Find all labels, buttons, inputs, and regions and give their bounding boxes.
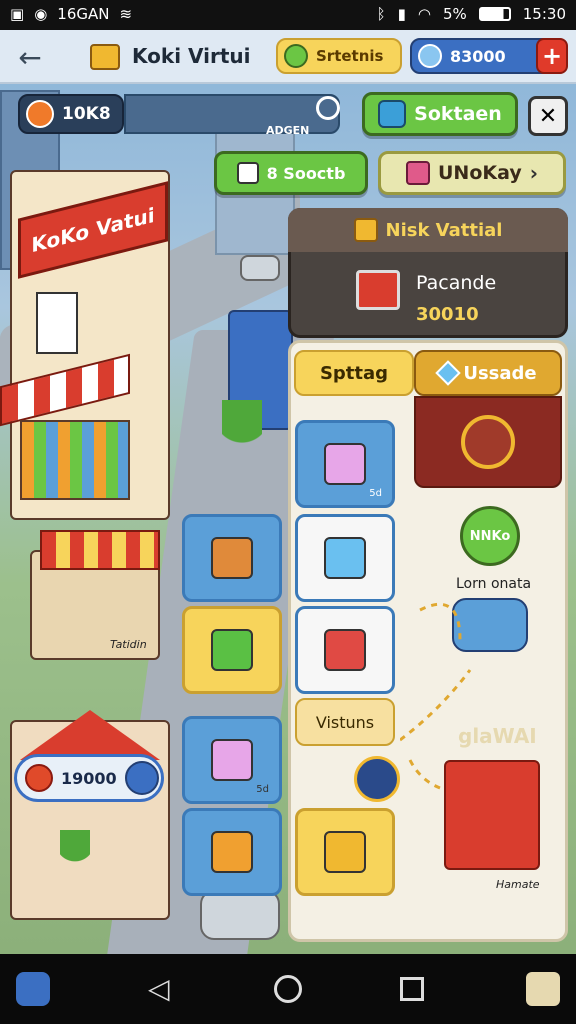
clock: 15:30 bbox=[522, 5, 566, 23]
energy-chip-label: Srtetnis bbox=[316, 47, 384, 65]
wifi-small-icon: ≋ bbox=[119, 5, 133, 23]
sooctb-button[interactable]: 8 Sooctb bbox=[214, 151, 368, 195]
bag-icon bbox=[236, 162, 259, 184]
car-bottom-icon bbox=[200, 890, 280, 940]
tile-tag: 5d bbox=[369, 488, 382, 499]
hud-tag: ADGEN bbox=[266, 124, 310, 137]
score-plate[interactable]: 10K8 bbox=[18, 94, 124, 134]
unokay-button[interactable]: UNoKay › bbox=[378, 151, 566, 195]
crate-icon bbox=[353, 218, 378, 242]
nnko-button[interactable]: NNKo bbox=[460, 506, 520, 566]
unokay-label: UNoKay bbox=[438, 162, 522, 184]
recents-nav-icon[interactable] bbox=[400, 977, 424, 1001]
nnko-label: NNKo bbox=[469, 528, 511, 544]
shield-icon bbox=[124, 761, 159, 795]
battery-icon bbox=[478, 7, 511, 21]
diamond-icon bbox=[435, 360, 462, 386]
item-price: 30010 bbox=[416, 304, 479, 325]
pink-crate-icon bbox=[211, 739, 253, 781]
featured-card[interactable] bbox=[414, 396, 562, 488]
item-tile[interactable]: 5d bbox=[295, 420, 395, 508]
notification-icon: ▣ bbox=[10, 5, 25, 23]
map-tile[interactable] bbox=[182, 808, 282, 896]
soktaen-label: Soktaen bbox=[414, 103, 502, 125]
visit-button[interactable]: Vistuns bbox=[295, 698, 395, 746]
gem-icon bbox=[418, 44, 442, 68]
top-bar: ← Koki Virtui Srtetnis 83000 + bbox=[0, 30, 576, 84]
shop-app-icon[interactable] bbox=[526, 972, 560, 1006]
money-bag-icon bbox=[25, 764, 53, 792]
destination-tag: Hamate bbox=[496, 878, 540, 891]
sooctb-label: 8 Sooctb bbox=[266, 163, 346, 183]
carrier-label: 16GAN bbox=[57, 5, 110, 23]
coin-value: 83000 bbox=[450, 46, 506, 66]
item-tile[interactable] bbox=[295, 514, 395, 602]
chevron-right-icon: › bbox=[529, 161, 538, 185]
price-value: 19000 bbox=[61, 768, 117, 788]
assistant-icon[interactable] bbox=[16, 972, 50, 1006]
score-value: 10K8 bbox=[62, 104, 111, 124]
kiosk-awning bbox=[40, 530, 160, 570]
bluetooth-icon: ᛒ bbox=[376, 5, 386, 23]
shelf-items bbox=[20, 420, 130, 500]
tile-tag: 5d bbox=[256, 784, 269, 795]
soktaen-button[interactable]: Soktaen bbox=[362, 92, 518, 136]
pink-box-icon bbox=[324, 443, 366, 485]
tab-spttag-label: Spttag bbox=[319, 362, 389, 384]
item-tile[interactable] bbox=[295, 808, 395, 896]
compass-button[interactable] bbox=[354, 756, 400, 802]
item-tile[interactable] bbox=[295, 606, 395, 694]
panel-title: Nisk Vattial bbox=[385, 219, 503, 241]
plus-icon: + bbox=[541, 42, 563, 70]
plant-icon bbox=[60, 830, 90, 870]
media-icon: ◉ bbox=[34, 5, 48, 23]
car-icon bbox=[240, 255, 280, 281]
panel-title-bar: Nisk Vattial bbox=[288, 208, 568, 252]
title-box-icon bbox=[90, 44, 120, 70]
price-plate[interactable]: 19000 bbox=[14, 754, 164, 802]
energy-chip[interactable]: Srtetnis bbox=[276, 38, 402, 74]
battery-percent: 5% bbox=[442, 5, 467, 23]
back-button[interactable]: ← bbox=[12, 40, 48, 74]
score-icon bbox=[26, 100, 54, 128]
close-button[interactable]: ✕ bbox=[528, 96, 568, 136]
status-bar: ▣ ◉ 16GAN ≋ ᛒ ▮ ◠ 5% 15:30 bbox=[0, 0, 576, 30]
visit-label: Vistuns bbox=[315, 712, 375, 732]
close-icon: ✕ bbox=[538, 103, 558, 129]
wifi-icon: ◠ bbox=[417, 5, 431, 23]
signal-icon: ▮ bbox=[397, 5, 406, 23]
shop-sign-text: KoKo Vatui bbox=[31, 202, 155, 258]
basket-icon bbox=[211, 831, 253, 873]
page-title: Koki Virtui bbox=[132, 44, 251, 68]
blue-box-icon bbox=[324, 537, 366, 579]
game-viewport: KoKo Vatui Tatidin ← Koki Virtui Srtetni… bbox=[0, 30, 576, 954]
back-arrow-icon: ← bbox=[18, 40, 42, 74]
orange-box-icon bbox=[211, 537, 253, 579]
tab-ussade[interactable]: Ussade bbox=[414, 350, 562, 396]
item-name: Pacande bbox=[416, 272, 497, 294]
red-box-icon bbox=[324, 629, 366, 671]
magnifier-icon bbox=[316, 96, 340, 120]
gold-box-icon bbox=[324, 831, 366, 873]
basket-icon bbox=[406, 161, 430, 185]
pin-icon bbox=[284, 44, 308, 68]
add-coins-button[interactable]: + bbox=[536, 38, 568, 74]
home-nav-icon[interactable] bbox=[274, 975, 302, 1003]
palm-icon bbox=[222, 400, 262, 460]
green-bag-icon bbox=[211, 629, 253, 671]
system-nav-bar: ◁ bbox=[0, 954, 576, 1024]
route-arrows bbox=[400, 602, 472, 790]
toggle-icon bbox=[378, 100, 407, 128]
back-nav-icon[interactable]: ◁ bbox=[148, 972, 170, 1005]
map-tile[interactable]: 5d bbox=[182, 716, 282, 804]
map-tile[interactable] bbox=[182, 514, 282, 602]
cart-icon bbox=[356, 270, 400, 310]
shop-tag: Tatidin bbox=[110, 638, 147, 651]
tab-spttag[interactable]: Spttag bbox=[294, 350, 414, 396]
poster-icon bbox=[36, 292, 78, 354]
featured-cart-icon bbox=[461, 415, 515, 469]
tab-ussade-label: Ussade bbox=[463, 362, 537, 384]
map-tile[interactable] bbox=[182, 606, 282, 694]
